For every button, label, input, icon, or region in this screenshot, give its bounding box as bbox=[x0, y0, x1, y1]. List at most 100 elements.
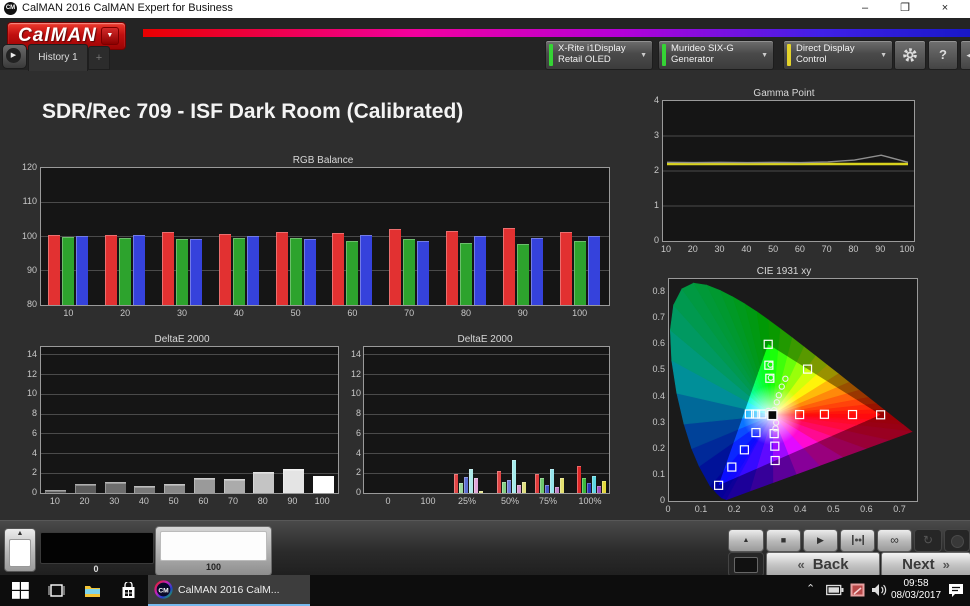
workflow-panel-toggle[interactable]: ▶ bbox=[2, 44, 27, 69]
y-tick: 0.7 bbox=[648, 312, 665, 322]
gamma-point-chart: Gamma Point 01234 102030405060708090100 bbox=[650, 88, 918, 260]
logo-caret-icon: ▼ bbox=[101, 27, 119, 45]
action-center-icon[interactable] bbox=[948, 583, 964, 598]
x-tick: 100 bbox=[568, 308, 592, 318]
close-button[interactable]: × bbox=[930, 0, 960, 17]
bar-100% bbox=[587, 483, 591, 493]
store-button[interactable] bbox=[120, 582, 137, 599]
record-button[interactable] bbox=[944, 529, 970, 552]
source-dropdown[interactable]: Murideo SIX-G Generator ▼ bbox=[658, 40, 774, 70]
bar-25% bbox=[459, 483, 463, 493]
x-tick: 20 bbox=[73, 496, 97, 506]
y-tick: 0.2 bbox=[648, 443, 665, 453]
collapse-panel-button[interactable]: ◀ bbox=[960, 40, 970, 70]
gamma-plot bbox=[662, 100, 915, 242]
taskbar-clock[interactable]: 09:58 08/03/2017 bbox=[888, 578, 944, 602]
bar-50% bbox=[507, 480, 511, 493]
restore-button[interactable]: ❐ bbox=[890, 0, 920, 17]
white-level-panel[interactable]: 100 bbox=[155, 526, 272, 576]
x-tick: 30 bbox=[708, 244, 732, 254]
x-tick: 20 bbox=[681, 244, 705, 254]
calman-tray-icon[interactable] bbox=[850, 583, 865, 597]
next-button[interactable]: Next » bbox=[881, 552, 970, 577]
bar-red bbox=[162, 232, 174, 305]
cie-1931-chart: CIE 1931 xy 00.10.20.30.40.50.60.70.8 00… bbox=[648, 266, 920, 520]
tab-history-1[interactable]: History 1 bbox=[28, 44, 88, 71]
gridline bbox=[364, 473, 609, 474]
task-view-button[interactable] bbox=[48, 582, 65, 599]
bar-red bbox=[48, 235, 60, 305]
play-button[interactable]: ▶ bbox=[803, 529, 838, 552]
source-dropdown-label: Murideo SIX-G Generator bbox=[671, 44, 756, 66]
y-tick: 0.6 bbox=[648, 338, 665, 348]
display-preview-button[interactable] bbox=[728, 552, 764, 577]
back-button[interactable]: « Back bbox=[766, 552, 880, 577]
deltae-saturation-chart: DeltaE 2000 02468101214 010025%50%75%100… bbox=[358, 334, 612, 512]
bar-red bbox=[105, 235, 117, 305]
bar-gray bbox=[75, 484, 96, 493]
bar-75% bbox=[555, 487, 559, 493]
x-tick: 20 bbox=[113, 308, 137, 318]
bar-25% bbox=[469, 469, 473, 493]
x-tick: 75% bbox=[533, 496, 563, 506]
bar-100% bbox=[577, 466, 581, 493]
gridline bbox=[364, 354, 609, 355]
y-tick: 0.8 bbox=[648, 286, 665, 296]
bar-gray bbox=[283, 469, 304, 493]
y-tick: 2 bbox=[22, 467, 37, 477]
meter-dropdown[interactable]: X-Rite i1Display Retail OLED ▼ bbox=[545, 40, 653, 70]
black-level-patch[interactable] bbox=[40, 532, 154, 564]
meter-popout-button[interactable]: ▲ bbox=[728, 529, 764, 552]
source-status-indicator bbox=[662, 44, 666, 66]
refresh-button[interactable]: ↻ bbox=[914, 529, 942, 552]
x-tick: 60 bbox=[191, 496, 215, 506]
bar-green bbox=[460, 243, 472, 305]
bar-50% bbox=[522, 482, 526, 493]
gridline bbox=[41, 394, 338, 395]
y-tick: 6 bbox=[22, 428, 37, 438]
help-button[interactable]: ? bbox=[928, 40, 958, 70]
app-header: CalMAN ▼ ▶ History 1 + X-Rite i1Display … bbox=[0, 18, 970, 70]
y-tick: 8 bbox=[346, 408, 361, 418]
next-label: Next bbox=[902, 556, 935, 573]
y-tick: 1 bbox=[650, 200, 659, 210]
start-button[interactable] bbox=[12, 582, 29, 599]
bar-50% bbox=[512, 460, 516, 493]
rgb-balance-chart: RGB Balance 8090100110120 10203040506070… bbox=[22, 155, 624, 325]
x-tick: 40 bbox=[132, 496, 156, 506]
gridline bbox=[364, 433, 609, 434]
bar-25% bbox=[464, 477, 468, 493]
bar-75% bbox=[540, 478, 544, 493]
gridline bbox=[364, 414, 609, 415]
y-tick: 120 bbox=[22, 162, 37, 172]
y-tick: 4 bbox=[22, 448, 37, 458]
battery-icon[interactable] bbox=[826, 584, 844, 596]
tray-chevron-up-icon[interactable]: ⌃ bbox=[806, 582, 815, 595]
bar-gray bbox=[105, 482, 126, 493]
continuous-measure-button[interactable]: ∞ bbox=[877, 529, 912, 552]
pattern-popout-button[interactable]: ▲ bbox=[4, 528, 36, 572]
window-title: CalMAN 2016 CalMAN Expert for Business bbox=[22, 2, 233, 14]
taskbar-item-calman[interactable]: CM CalMAN 2016 CalM... bbox=[148, 575, 310, 606]
speaker-icon[interactable] bbox=[871, 583, 888, 597]
file-explorer-button[interactable] bbox=[84, 582, 101, 599]
x-tick: 0 bbox=[656, 504, 680, 514]
gridline bbox=[41, 374, 338, 375]
x-tick: 0.2 bbox=[722, 504, 746, 514]
x-tick: 90 bbox=[280, 496, 304, 506]
refresh-icon: ↻ bbox=[923, 533, 933, 547]
infinity-icon: ∞ bbox=[890, 533, 899, 547]
chevron-down-icon: ▼ bbox=[640, 52, 647, 59]
x-tick: 100 bbox=[310, 496, 334, 506]
bar-gray bbox=[164, 484, 185, 493]
settings-button[interactable] bbox=[894, 40, 926, 70]
minimize-button[interactable]: – bbox=[850, 0, 880, 17]
single-measure-button[interactable] bbox=[840, 529, 875, 552]
taskbar-item-label: CalMAN 2016 CalM... bbox=[178, 584, 280, 596]
stop-button[interactable]: ■ bbox=[766, 529, 801, 552]
add-tab-button[interactable]: + bbox=[88, 46, 110, 70]
display-control-dropdown[interactable]: Direct Display Control ▼ bbox=[783, 40, 893, 70]
y-tick: 6 bbox=[346, 428, 361, 438]
x-tick: 100 bbox=[895, 244, 919, 254]
rgb-balance-plot bbox=[40, 167, 610, 306]
